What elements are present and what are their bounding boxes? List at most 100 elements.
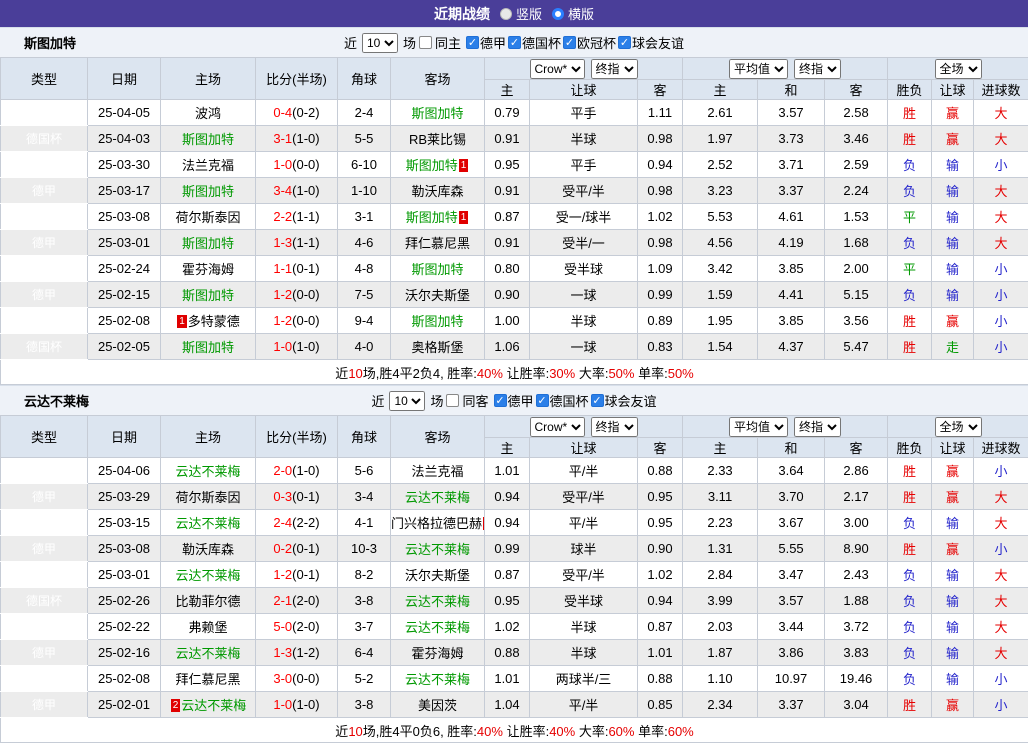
team-name: 斯图加特 [182,288,234,303]
sub-header-avg-home: 主 [683,438,758,458]
league-badge: 德甲 [1,692,88,718]
radio-unselected-icon[interactable] [552,8,564,20]
odds-source-select[interactable]: Crow* [530,59,585,79]
league-checkbox[interactable]: ✓ [494,394,507,407]
same-venue-label: 同客 [462,391,488,410]
sub-header-avg-away: 客 [825,438,888,458]
result-handicap: 输 [932,256,974,282]
home-team: 1多特蒙德 [161,308,256,334]
odds-source-select[interactable]: Crow* [530,417,585,437]
avg-home: 5.53 [683,204,758,230]
result-handicap: 输 [932,230,974,256]
match-row: 德甲25-02-24霍芬海姆1-1(0-1)4-8斯图加特0.80受半球1.09… [1,256,1028,282]
odds-home: 0.79 [485,100,530,126]
team-name: 云达不莱梅 [175,568,240,583]
summary-segment: 场,胜4平2负4, 胜率: [363,366,477,381]
avg-away: 3.83 [825,640,888,666]
halftime-score: (1-0) [292,697,319,712]
summary-segment: 让胜率: [503,724,549,739]
league-filter-item[interactable]: ✓球会友谊 [618,33,684,52]
match-date: 25-02-15 [88,282,161,308]
radio-selected-icon[interactable] [500,8,512,20]
odds-home: 0.94 [485,484,530,510]
league-filter-item[interactable]: ✓德国杯 [536,391,589,410]
fulltime-score: 0-3 [273,489,292,504]
score-cell: 3-1(1-0) [256,126,338,152]
team-name: 云达不莱梅 [405,542,470,557]
corner-score: 5-2 [338,666,391,692]
league-checkbox[interactable]: ✓ [466,36,479,49]
league-badge: 德甲 [1,640,88,666]
average-source-select[interactable]: 平均值 [729,417,788,437]
average-dropdown-group: 平均值终指 [683,58,888,80]
team-name: 沃尔夫斯堡 [405,568,470,583]
average-stage-select[interactable]: 终指 [794,59,841,79]
scope-select[interactable]: 全场 [935,417,982,437]
table-body: 德甲25-04-06云达不莱梅2-0(1-0)5-6法兰克福1.01平/半0.8… [1,458,1028,743]
scope-select[interactable]: 全场 [935,59,982,79]
odds-stage-select[interactable]: 终指 [591,59,638,79]
league-checkbox[interactable]: ✓ [536,394,549,407]
result-goals: 小 [974,458,1028,484]
summary-segment: 60% [608,724,634,739]
league-badge: 德国杯 [1,588,88,614]
league-checkbox[interactable]: ✓ [591,394,604,407]
average-stage-select[interactable]: 终指 [794,417,841,437]
odds-dropdown-group: Crow* 终指 [485,58,683,80]
league-checkbox[interactable]: ✓ [563,36,576,49]
league-checkbox[interactable]: ✓ [508,36,521,49]
team-name: 荷尔斯泰因 [175,490,240,505]
avg-draw: 3.64 [758,458,825,484]
avg-home: 1.87 [683,640,758,666]
league-checkbox[interactable]: ✓ [618,36,631,49]
score-cell: 2-2(1-1) [256,204,338,230]
recent-count-select[interactable]: 10 [389,391,425,411]
odds-stage-select[interactable]: 终指 [591,417,638,437]
same-venue-checkbox[interactable] [419,36,432,49]
team-name: 云达不莱梅 [181,698,246,713]
odds-handicap: 半球 [530,614,638,640]
result-goals: 小 [974,536,1028,562]
same-venue-checkbox[interactable] [446,394,459,407]
sub-header-odds-home: 主 [485,438,530,458]
col-header-home: 主场 [161,58,256,100]
result-outcome: 负 [888,640,932,666]
odds-handicap: 一球 [530,334,638,360]
avg-draw: 4.61 [758,204,825,230]
team-name: 斯图加特 [182,340,234,355]
result-handicap: 赢 [932,308,974,334]
halftime-score: (1-2) [292,645,319,660]
horizontal-layout-radio[interactable]: 横版 [552,4,594,23]
match-row: 德甲25-03-01斯图加特1-3(1-1)4-6拜仁慕尼黑0.91受半/一0.… [1,230,1028,256]
avg-draw: 4.19 [758,230,825,256]
match-row: 德甲25-02-08拜仁慕尼黑3-0(0-0)5-2云达不莱梅1.01两球半/三… [1,666,1028,692]
result-goals: 大 [974,100,1028,126]
result-outcome: 负 [888,614,932,640]
recent-count-select[interactable]: 10 [362,33,398,53]
match-row: 德甲25-02-081多特蒙德1-2(0-0)9-4斯图加特1.00半球0.89… [1,308,1028,334]
result-goals: 大 [974,614,1028,640]
league-filter-item[interactable]: ✓德甲 [466,33,506,52]
league-filter-item[interactable]: ✓德甲 [494,391,534,410]
odds-handicap: 球半 [530,536,638,562]
match-row: 德甲25-03-15云达不莱梅2-4(2-2)4-1门兴格拉德巴赫10.94平/… [1,510,1028,536]
home-team: 斯图加特 [161,334,256,360]
team-name: 云达不莱梅 [175,464,240,479]
league-filter-item[interactable]: ✓德国杯 [508,33,561,52]
avg-draw: 3.57 [758,100,825,126]
average-source-select[interactable]: 平均值 [729,59,788,79]
avg-away: 2.24 [825,178,888,204]
avg-draw: 5.55 [758,536,825,562]
league-filter-item[interactable]: ✓欧冠杯 [563,33,616,52]
odds-home: 1.00 [485,308,530,334]
corner-score: 9-4 [338,308,391,334]
corner-score: 4-8 [338,256,391,282]
league-filter-item[interactable]: ✓球会友谊 [591,391,657,410]
away-team: RB莱比锡 [391,126,485,152]
sub-header-avg-draw: 和 [758,438,825,458]
vertical-layout-radio[interactable]: 竖版 [500,4,542,23]
avg-draw: 3.86 [758,640,825,666]
team-name: 云达不莱梅 [405,490,470,505]
score-cell: 1-0(1-0) [256,334,338,360]
away-team: 斯图加特 [391,308,485,334]
